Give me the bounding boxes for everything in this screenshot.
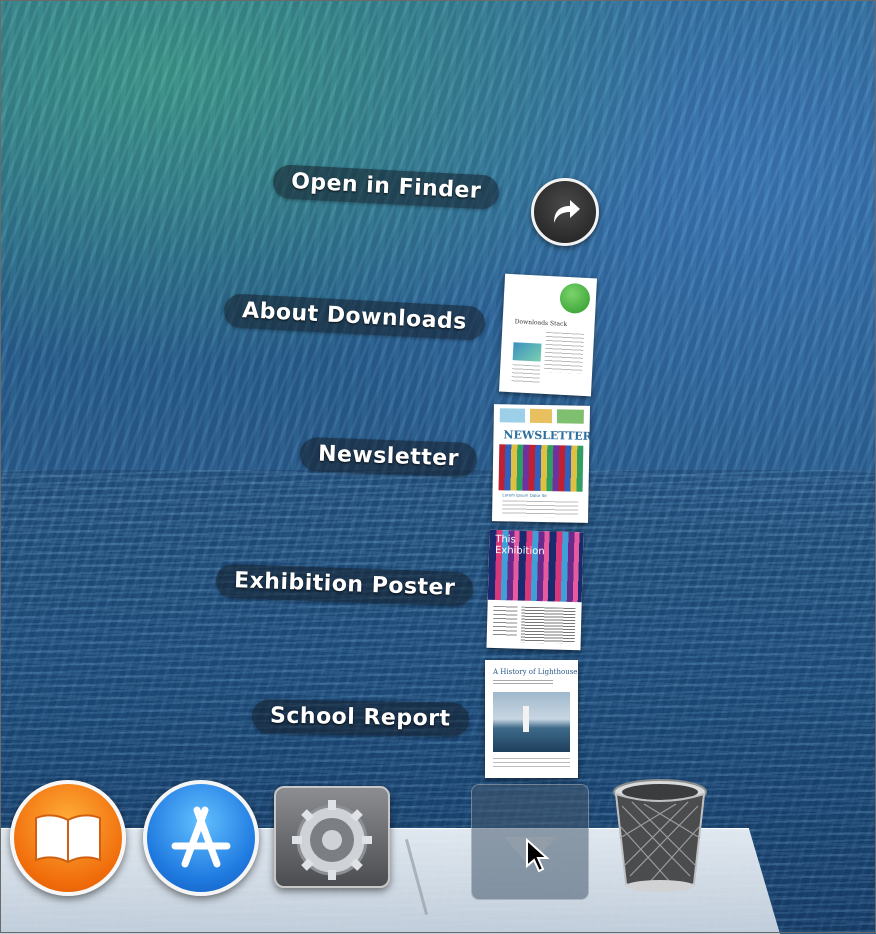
downloads-doc-title: Downloads Stack [514, 318, 568, 328]
app-store-a-icon [171, 806, 231, 868]
doc-text-lines [492, 605, 518, 637]
doc-text-lines [520, 606, 576, 645]
gear-icon [292, 800, 372, 880]
exhibition-poster-thumbnail[interactable]: This Exhibition [486, 529, 584, 651]
doc-image [498, 444, 584, 492]
doc-text-lines [544, 331, 585, 374]
newsletter-doc-title: NEWSLETTER [503, 428, 591, 443]
open-book-icon [35, 814, 101, 864]
numbers-badge-icon [559, 282, 591, 315]
trash-icon[interactable] [610, 776, 710, 896]
books-icon[interactable] [10, 780, 126, 896]
trash-can-icon [613, 779, 707, 892]
lighthouse-image [493, 692, 570, 752]
system-preferences-icon[interactable] [274, 786, 390, 888]
doc-text-lines [493, 680, 553, 686]
newsletter-thumbnail[interactable]: NEWSLETTER Lorem Ipsum Dolor Sit [491, 404, 591, 523]
app-store-icon[interactable] [143, 780, 259, 896]
report-doc-title: A History of Lighthouses [493, 668, 578, 676]
mouse-pointer-icon [526, 838, 550, 873]
poster-doc-title-2: Exhibition [494, 544, 545, 558]
doc-text-lines [493, 758, 570, 770]
doc-text-lines [502, 500, 579, 518]
stack-item-school-report-label[interactable]: School Report [251, 699, 469, 737]
open-in-finder-button[interactable] [531, 178, 599, 246]
doc-text-lines [511, 364, 541, 384]
doc-header-images [499, 408, 584, 424]
open-arrow-icon [554, 200, 580, 223]
about-downloads-thumbnail[interactable]: Downloads Stack [498, 273, 598, 397]
doc-image [512, 342, 542, 362]
school-report-thumbnail[interactable]: A History of Lighthouses [485, 660, 578, 778]
stack-item-newsletter-label[interactable]: Newsletter [299, 436, 478, 478]
poster-doc-title-1: This [495, 533, 516, 546]
newsletter-doc-heading: Lorem Ipsum Dolor Sit [502, 492, 548, 499]
lighthouse-tower [523, 706, 529, 732]
